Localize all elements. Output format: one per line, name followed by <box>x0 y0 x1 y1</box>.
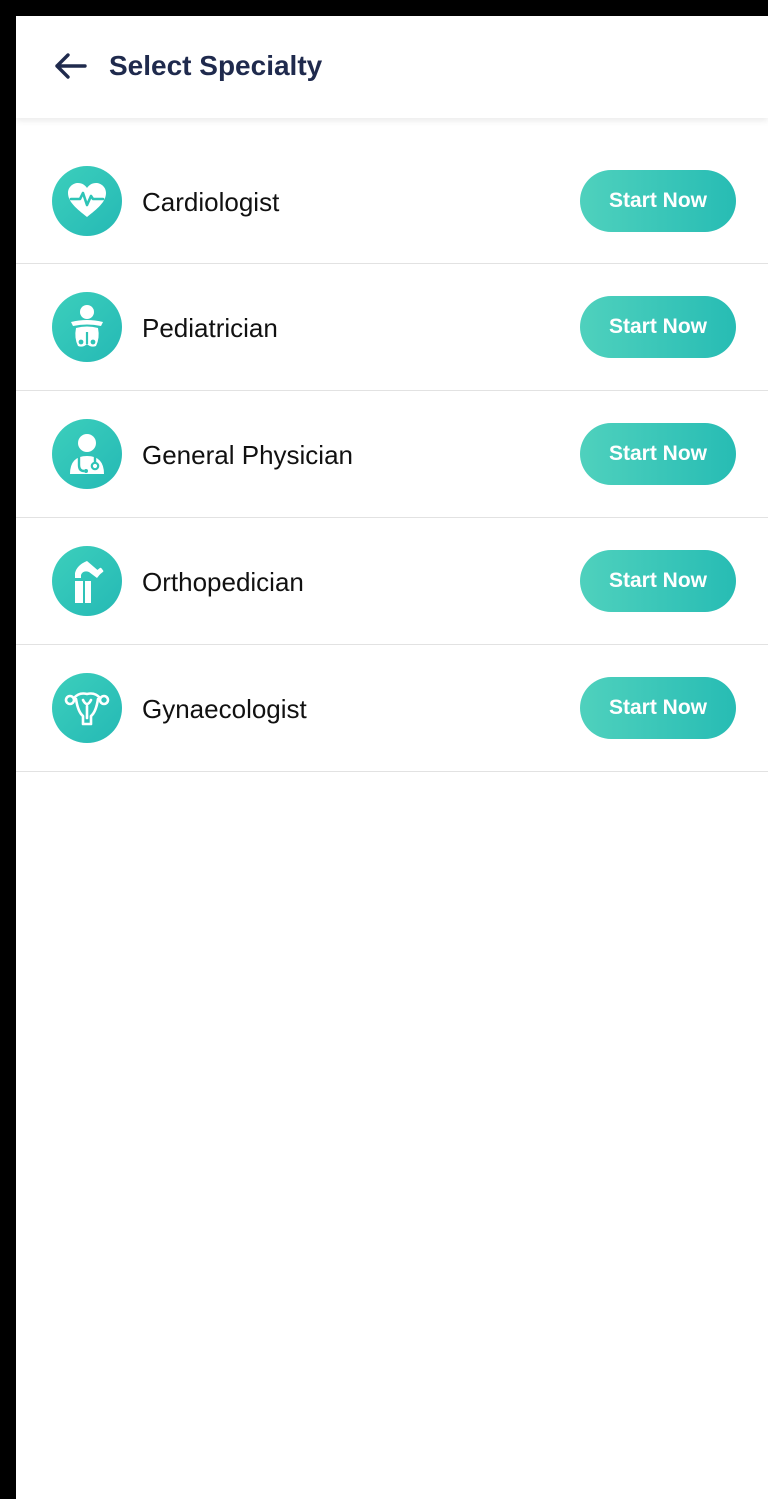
specialty-row-orthopedician: Orthopedician Start Now <box>16 518 768 645</box>
app-screen: Select Specialty Cardiologist Start Now <box>16 16 768 1499</box>
specialty-row-pediatrician: Pediatrician Start Now <box>16 264 768 391</box>
baby-icon <box>52 292 122 362</box>
specialty-row-general-physician: General Physician Start Now <box>16 391 768 518</box>
start-now-button[interactable]: Start Now <box>580 423 736 485</box>
uterus-icon <box>52 673 122 743</box>
page-title: Select Specialty <box>109 50 323 81</box>
doctor-stethoscope-icon <box>52 419 122 489</box>
specialty-label: Cardiologist <box>142 187 280 217</box>
app-bar: Select Specialty <box>16 16 768 118</box>
back-button[interactable] <box>50 48 90 84</box>
start-now-button[interactable]: Start Now <box>580 677 736 739</box>
specialty-row-gynaecologist: Gynaecologist Start Now <box>16 645 768 772</box>
specialty-label: General Physician <box>142 440 353 470</box>
specialty-list: Cardiologist Start Now Pediatrician Star… <box>16 136 768 772</box>
device-frame: Select Specialty Cardiologist Start Now <box>0 0 768 1499</box>
specialty-label: Gynaecologist <box>142 694 307 724</box>
start-now-button[interactable]: Start Now <box>580 170 736 232</box>
heart-pulse-icon <box>52 166 122 236</box>
specialty-label: Orthopedician <box>142 567 304 597</box>
specialty-label: Pediatrician <box>142 313 278 343</box>
start-now-button[interactable]: Start Now <box>580 550 736 612</box>
specialty-row-cardiologist: Cardiologist Start Now <box>16 136 768 264</box>
knee-bone-icon <box>52 546 122 616</box>
arrow-left-icon <box>55 53 87 79</box>
start-now-button[interactable]: Start Now <box>580 296 736 358</box>
